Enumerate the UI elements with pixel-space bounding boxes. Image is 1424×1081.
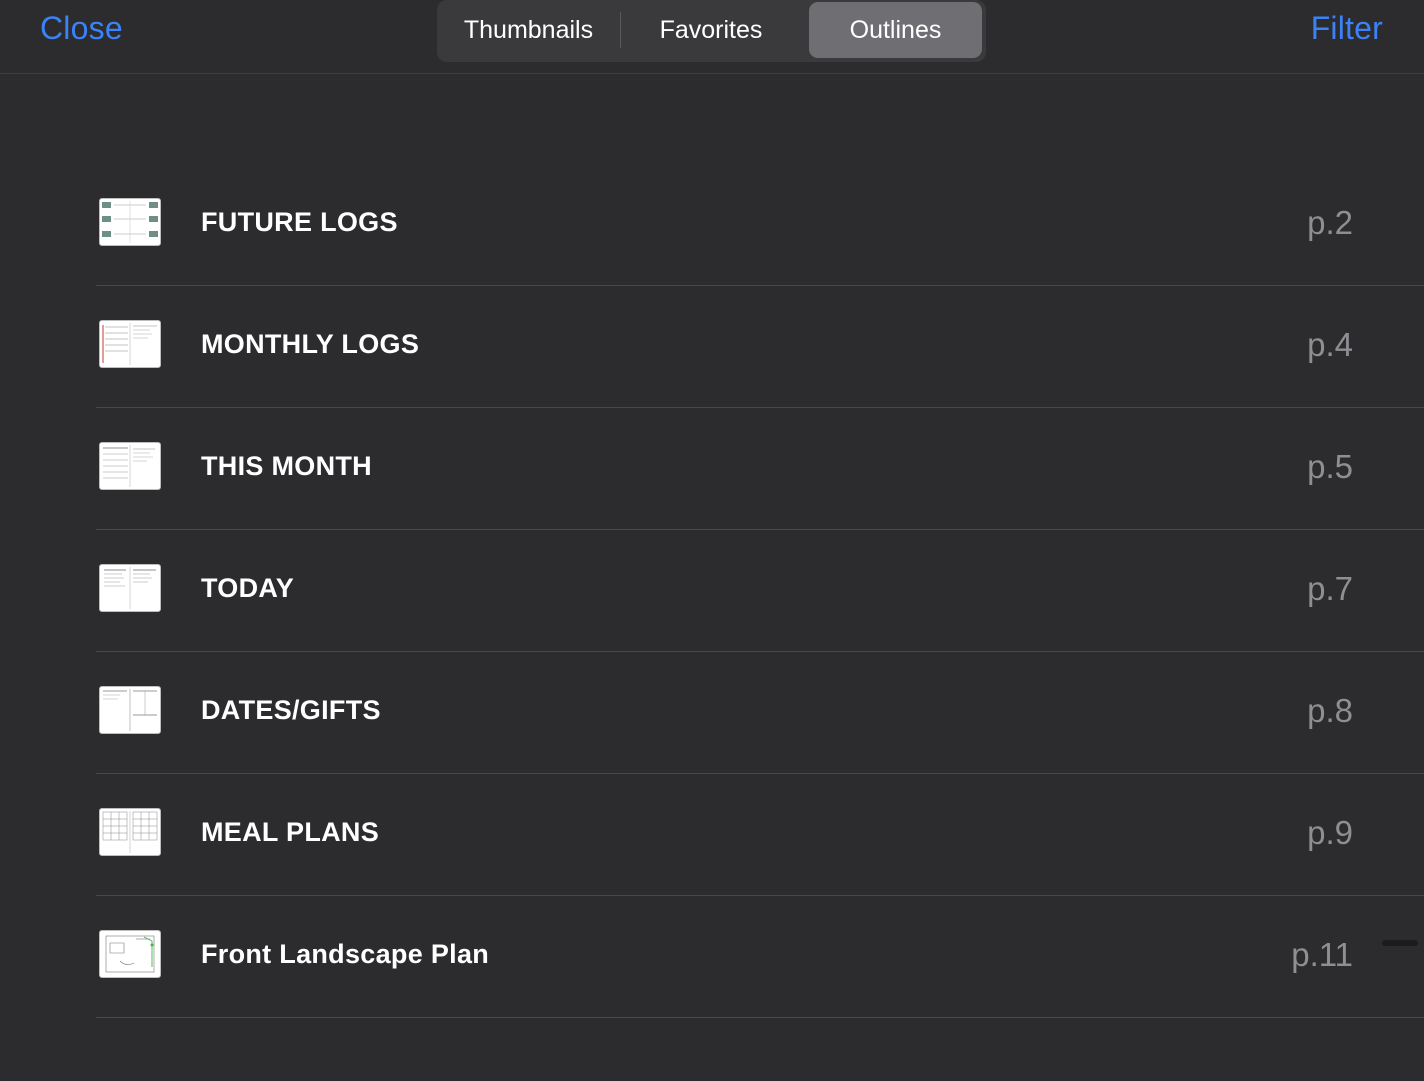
outline-title: Front Landscape Plan xyxy=(201,939,490,969)
outline-list: FUTURE LOGS p.2 MONTHLY LOGS p.4 THIS MO… xyxy=(0,164,1424,1018)
outline-page-number: p.2 xyxy=(1307,204,1353,241)
drag-handle[interactable] xyxy=(1382,940,1418,946)
outline-title: DATES/GIFTS xyxy=(201,695,381,725)
outline-item-meal-plans[interactable]: MEAL PLANS p.9 xyxy=(0,774,1424,896)
outline-item-future-logs[interactable]: FUTURE LOGS p.2 xyxy=(0,164,1424,286)
outline-item-front-landscape-plan[interactable]: Front Landscape Plan p.11 xyxy=(0,896,1424,1018)
outline-page-number: p.7 xyxy=(1307,570,1353,607)
view-mode-segmented-control: Thumbnails Favorites Outlines xyxy=(437,0,986,62)
meal-plans-thumbnail-icon xyxy=(99,808,161,856)
this-month-thumbnail-icon xyxy=(99,442,161,490)
navigation-bar: Close Thumbnails Favorites Outlines Filt… xyxy=(0,0,1424,74)
outline-page-number: p.8 xyxy=(1307,692,1353,729)
landscape-plan-thumbnail-icon xyxy=(99,930,161,978)
filter-button[interactable]: Filter xyxy=(1311,10,1383,47)
outline-title: THIS MONTH xyxy=(201,451,372,481)
outline-title: TODAY xyxy=(201,573,295,603)
outline-item-this-month[interactable]: THIS MONTH p.5 xyxy=(0,408,1424,530)
outline-item-today[interactable]: TODAY p.7 xyxy=(0,530,1424,652)
outline-page-number: p.9 xyxy=(1307,814,1353,851)
segment-divider xyxy=(620,12,621,48)
outline-title: MONTHLY LOGS xyxy=(201,329,420,359)
outline-item-dates-gifts[interactable]: DATES/GIFTS p.8 xyxy=(0,652,1424,774)
outline-page-number: p.4 xyxy=(1307,326,1353,363)
future-logs-thumbnail-icon xyxy=(99,198,161,246)
today-thumbnail-icon xyxy=(99,564,161,612)
outline-page-number: p.11 xyxy=(1291,936,1353,973)
outline-title: FUTURE LOGS xyxy=(201,207,398,237)
dates-gifts-thumbnail-icon xyxy=(99,686,161,734)
outline-title: MEAL PLANS xyxy=(201,817,380,847)
outline-page-number: p.5 xyxy=(1307,448,1353,485)
tab-thumbnails[interactable]: Thumbnails xyxy=(441,2,616,58)
tab-outlines[interactable]: Outlines xyxy=(809,2,982,58)
tab-favorites[interactable]: Favorites xyxy=(625,2,797,58)
outline-item-monthly-logs[interactable]: MONTHLY LOGS p.4 xyxy=(0,286,1424,408)
close-button[interactable]: Close xyxy=(40,10,123,47)
monthly-logs-thumbnail-icon xyxy=(99,320,161,368)
